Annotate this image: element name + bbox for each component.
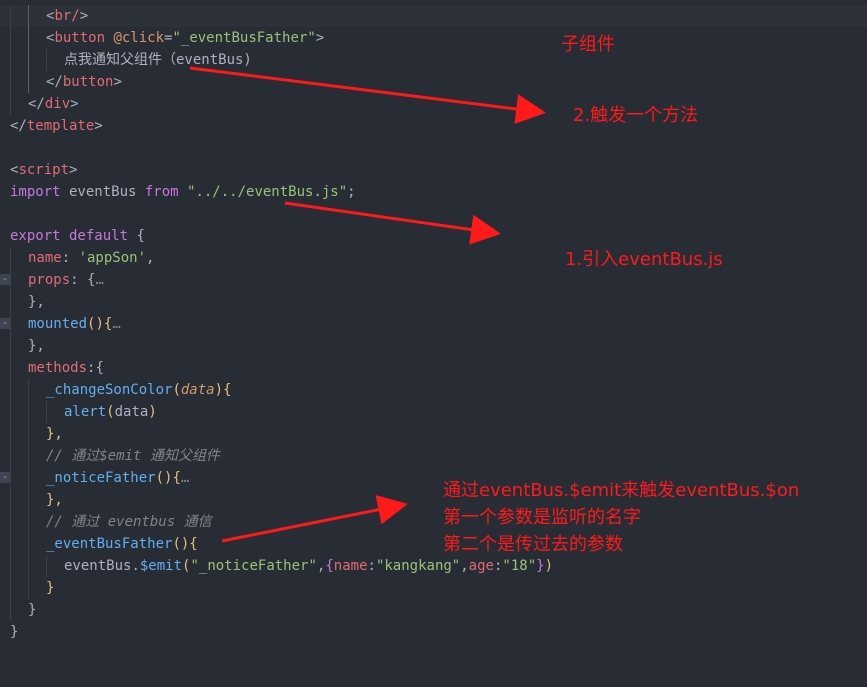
arrow-emit-note	[221, 494, 408, 543]
arrow-step1	[284, 201, 501, 245]
annotation-child-component: 子组件	[561, 34, 615, 55]
arrow-step2	[189, 66, 546, 124]
annotation-note-line1: 通过eventBus.$emit来触发eventBus.$on	[443, 480, 800, 501]
annotation-step1: 1.引入eventBus.js	[565, 249, 723, 270]
annotation-note-line2: 第一个参数是监听的名字	[443, 507, 641, 528]
annotation-note-line3: 第二个是传过去的参数	[443, 534, 623, 555]
annotation-step2: 2.触发一个方法	[573, 105, 699, 126]
annotation-arrows	[189, 66, 546, 543]
